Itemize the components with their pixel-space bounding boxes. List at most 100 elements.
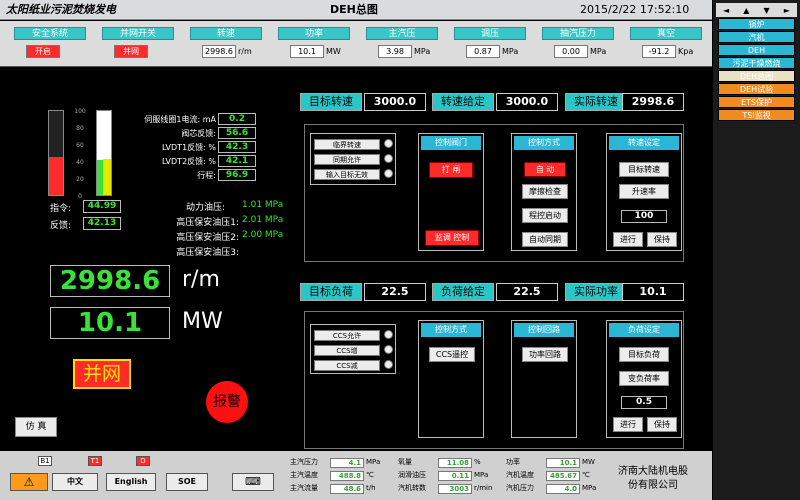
reading-unit-2-1: ℃ bbox=[582, 471, 590, 479]
target-load-button[interactable]: 目标负荷 bbox=[619, 347, 669, 362]
oil-label-3: 高压保安油压3: bbox=[176, 248, 239, 258]
screen-title: DEH总图 bbox=[330, 3, 378, 16]
load-hold-button[interactable]: 保持 bbox=[647, 417, 677, 432]
servo-value-3: 42.1 bbox=[218, 155, 256, 167]
nav-item-0[interactable]: 锅炉 bbox=[718, 18, 795, 30]
reading-value-2-0: 10.1 bbox=[546, 458, 580, 468]
speed-readout: 2998.6 bbox=[50, 265, 170, 297]
speed-hold-button[interactable]: 保持 bbox=[647, 232, 677, 247]
keyboard-icon[interactable]: ⌨ bbox=[232, 473, 274, 491]
status-unit-4: MPa bbox=[414, 47, 431, 56]
servo-value-1: 56.6 bbox=[218, 127, 256, 139]
program-start-button[interactable]: 程控启动 bbox=[522, 208, 568, 223]
status-label-2: 转速 bbox=[190, 27, 262, 40]
feedback-bar-high bbox=[103, 159, 111, 195]
load-go-button[interactable]: 进行 bbox=[613, 417, 643, 432]
reading-value-1-2: 3003 bbox=[438, 484, 472, 494]
tag-b1[interactable]: B1 bbox=[38, 456, 52, 466]
load-rate-button[interactable]: 变负荷率 bbox=[619, 371, 669, 386]
oil-value-2: 2.00 MPa bbox=[242, 230, 284, 240]
speed-indicator-lamp-0 bbox=[384, 139, 393, 148]
load-rate-value[interactable]: 0.5 bbox=[621, 396, 667, 409]
reading-value-1-1: 0.11 bbox=[438, 471, 472, 481]
reading-label-2-0: 功率 bbox=[506, 458, 520, 466]
valve-panel: 控制阀门 打 闸 监调 控制 bbox=[418, 133, 484, 251]
nav-item-4[interactable]: DEH总图 bbox=[718, 70, 795, 82]
speed-indicator-lamp-2 bbox=[384, 169, 393, 178]
tag-t1[interactable]: T1 bbox=[88, 456, 102, 466]
status-label-4: 主汽压 bbox=[366, 27, 438, 40]
nav-arrow-1-icon[interactable]: ▲ bbox=[743, 6, 749, 15]
status-value-5: 0.87 bbox=[466, 45, 500, 58]
command-value: 44.99 bbox=[83, 200, 121, 213]
alarm-button[interactable]: 报警 bbox=[206, 381, 248, 423]
command-bar-frame bbox=[48, 110, 64, 196]
divider bbox=[0, 66, 712, 67]
auto-button[interactable]: 自 动 bbox=[524, 162, 566, 177]
auto-sync-button[interactable]: 自动同期 bbox=[522, 232, 568, 247]
speed-rate-button[interactable]: 升速率 bbox=[619, 184, 669, 199]
side-nav: ◄ ▲ ▼ ► 锅炉 汽机 DEH 污泥干燥燃烧 DEH总图 DEH试验 ETS保护 TSI监视 bbox=[713, 0, 800, 500]
nav-item-6[interactable]: ETS保护 bbox=[718, 96, 795, 108]
bar-tick-0: 100 bbox=[74, 108, 86, 115]
reading-value-0-0: 4.1 bbox=[330, 458, 364, 468]
speed-rate-value[interactable]: 100 bbox=[621, 210, 667, 223]
load-setting-title: 负荷设定 bbox=[609, 323, 679, 337]
command-bar-fill bbox=[49, 157, 63, 195]
speed-value-0: 3000.0 bbox=[364, 93, 426, 111]
company-line1: 济南大陆机电股 bbox=[618, 466, 688, 477]
load-setting-panel: 负荷设定 目标负荷 变负荷率 0.5 进行 保持 bbox=[606, 320, 682, 438]
load-label-1: 负荷给定 bbox=[432, 283, 494, 301]
mode2-panel-title: 控制方式 bbox=[421, 323, 481, 337]
valve-control-button[interactable]: 监调 控制 bbox=[425, 230, 479, 246]
servo-label-1: 阀芯反馈: bbox=[181, 129, 216, 138]
speed-indicator-0: 临界转速 bbox=[314, 139, 380, 150]
nav-arrow-3-icon[interactable]: ► bbox=[784, 6, 790, 15]
reading-label-2-2: 汽机压力 bbox=[506, 484, 534, 492]
trip-button[interactable]: 打 闸 bbox=[429, 162, 473, 178]
title-bar: 太阳纸业污泥焚烧发电 DEH总图 2015/2/22 17:52:10 bbox=[0, 0, 712, 20]
simulate-button[interactable]: 仿 真 bbox=[15, 417, 57, 437]
servo-value-0: 0.2 bbox=[218, 113, 256, 125]
mode-panel-title: 控制方式 bbox=[514, 136, 574, 150]
oil-label-0: 动力油压: bbox=[186, 203, 226, 213]
status-label-3: 功率 bbox=[278, 27, 350, 40]
target-speed-button[interactable]: 目标转速 bbox=[619, 162, 669, 177]
status-value-4: 3.98 bbox=[378, 45, 412, 58]
nav-item-5[interactable]: DEH试验 bbox=[718, 83, 795, 95]
ccs-indicator-2: CCS减 bbox=[314, 360, 380, 371]
friction-check-button[interactable]: 摩擦检查 bbox=[522, 184, 568, 199]
reading-label-1-0: 氧量 bbox=[398, 458, 412, 466]
nav-item-2[interactable]: DEH bbox=[718, 44, 795, 56]
nav-arrow-0-icon[interactable]: ◄ bbox=[723, 6, 729, 15]
nav-item-1[interactable]: 汽机 bbox=[718, 31, 795, 43]
tag-d[interactable]: D bbox=[136, 456, 150, 466]
english-button[interactable]: English bbox=[106, 473, 156, 491]
mode2-panel: 控制方式 CCS遥控 bbox=[418, 320, 484, 438]
servo-label-4: 行程: bbox=[197, 171, 216, 180]
nav-item-7[interactable]: TSI监视 bbox=[718, 109, 795, 121]
chinese-button[interactable]: 中文 bbox=[52, 473, 98, 491]
warning-icon[interactable]: ⚠ bbox=[10, 473, 48, 491]
servo-value-4: 96.9 bbox=[218, 169, 256, 181]
reading-label-1-2: 汽机转数 bbox=[398, 484, 426, 492]
speed-go-button[interactable]: 进行 bbox=[613, 232, 643, 247]
nav-arrow-2-icon[interactable]: ▼ bbox=[764, 6, 770, 15]
feedback-value: 42.13 bbox=[83, 217, 121, 230]
speed-label-0: 目标转速 bbox=[300, 93, 362, 111]
oil-label-2: 高压保安油压2: bbox=[176, 233, 239, 243]
nav-item-3[interactable]: 污泥干燥燃烧 bbox=[718, 57, 795, 69]
ccs-remote-button[interactable]: CCS遥控 bbox=[429, 347, 475, 362]
reading-label-1-1: 润滑油压 bbox=[398, 471, 426, 479]
status-label-0: 安全系统 bbox=[14, 27, 86, 40]
power-loop-button[interactable]: 功率回路 bbox=[522, 347, 568, 362]
status-unit-7: Kpa bbox=[678, 47, 694, 56]
speed-label-2: 实际转速 bbox=[565, 93, 627, 111]
reading-label-0-0: 主汽压力 bbox=[290, 458, 318, 466]
status-value-0: 开启 bbox=[26, 45, 60, 58]
reading-value-2-2: 4.0 bbox=[546, 484, 580, 494]
soe-button[interactable]: SOE bbox=[166, 473, 208, 491]
mode-panel: 控制方式 自 动 摩擦检查 程控启动 自动同期 bbox=[511, 133, 577, 251]
reading-label-0-1: 主汽温度 bbox=[290, 471, 318, 479]
status-value-3: 10.1 bbox=[290, 45, 324, 58]
